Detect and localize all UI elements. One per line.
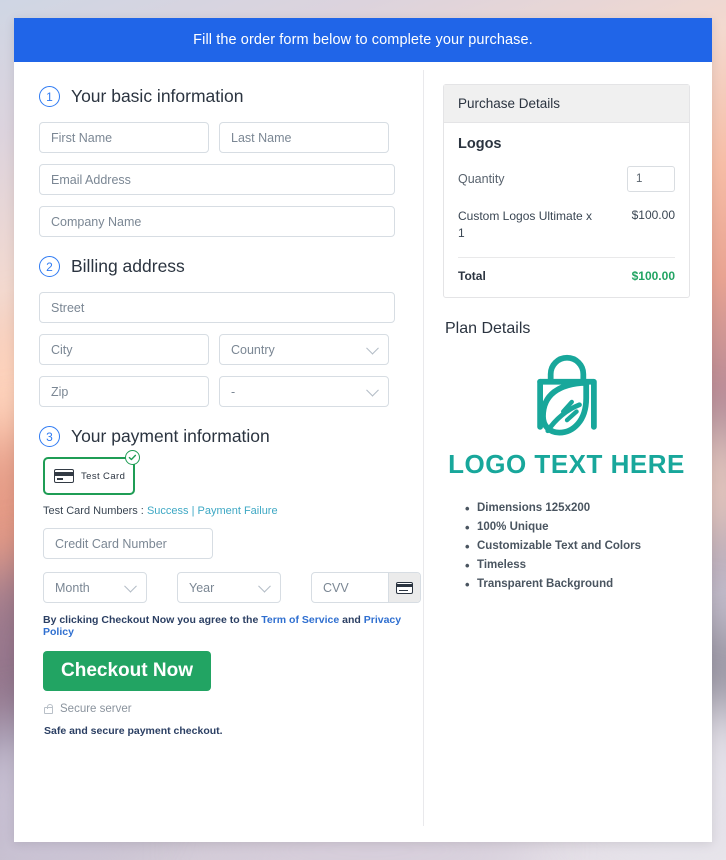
total-divider [458,256,675,258]
test-card-failure-link[interactable]: Payment Failure [198,505,278,517]
test-card-success-link[interactable]: Success [147,505,189,517]
company-name-input[interactable]: Company Name [39,206,395,237]
expiry-cvv-row: Month Year CVV [43,572,423,603]
zip-input[interactable]: Zip [39,376,209,407]
credit-card-icon [54,469,74,483]
list-item: Transparent Background [465,577,690,592]
zip-state-row: Zip - [39,376,423,407]
test-card-numbers-row: Test Card Numbers : Success | Payment Fa… [43,505,423,517]
street-input[interactable]: Street [39,292,395,323]
form-column: 1 Your basic information First Name Last… [14,62,423,842]
line-item-price: $100.00 [631,208,675,222]
section-heading-billing-address: 2 Billing address [39,256,423,277]
credit-card-number-row: Credit Card Number [43,528,423,559]
name-row: First Name Last Name [39,122,423,153]
quantity-label: Quantity [458,172,505,186]
checkout-card: Fill the order form below to complete yo… [14,18,712,842]
test-card-label: Test Card [81,470,126,482]
chevron-down-icon [258,579,271,593]
chevron-down-icon [124,579,137,593]
email-row: Email Address [39,164,423,195]
quantity-input[interactable]: 1 [627,166,675,192]
plan-logo-preview: LOGO TEXT HERE [443,352,690,480]
section-title-basic-information: Your basic information [71,86,244,106]
cvv-field-wrapper: CVV [311,572,421,603]
list-item: Timeless [465,558,690,573]
checkout-body: 1 Your basic information First Name Last… [14,62,712,842]
section-heading-payment-information: 3 Your payment information [39,426,423,447]
expiry-year-select[interactable]: Year [177,572,281,603]
country-select[interactable]: Country [219,334,389,365]
secure-server-row: Secure server [44,703,423,715]
safe-checkout-note: Safe and secure payment checkout. [44,725,223,737]
last-name-input[interactable]: Last Name [219,122,389,153]
purchase-details-header: Purchase Details [444,85,689,123]
state-select[interactable]: - [219,376,389,407]
summary-column: Purchase Details Logos Quantity 1 Custom… [424,62,712,842]
shopping-bag-leaf-logo-icon [536,354,597,436]
banner-text: Fill the order form below to complete yo… [193,32,533,48]
plan-logo-text: LOGO TEXT HERE [448,448,685,479]
product-name: Logos [458,136,502,152]
step-number-1: 1 [39,86,60,107]
cvv-help-button[interactable] [388,573,420,602]
credit-card-icon [396,581,413,594]
list-item: Dimensions 125x200 [465,501,690,516]
terms-text: By clicking Checkout Now you agree to th… [43,614,423,638]
test-card-link-separator: | [191,505,195,517]
purchase-details-body: Logos Quantity 1 Custom Logos Ultimate x… [444,123,689,297]
expiry-year-value: Year [189,580,215,595]
company-row: Company Name [39,206,423,237]
quantity-row: Quantity 1 [458,166,675,192]
country-select-value: Country [231,342,275,357]
test-card-option-wrapper: Test Card [43,450,140,495]
line-item: Custom Logos Ultimate x 1 $100.00 [458,208,675,243]
terms-conjunction: and [342,614,361,626]
line-item-name: Custom Logos Ultimate x 1 [458,209,593,241]
section-heading-basic-information: 1 Your basic information [39,86,423,107]
street-row: Street [39,292,423,323]
total-label: Total [458,268,486,283]
total-row: Total $100.00 [458,269,675,283]
credit-card-number-input[interactable]: Credit Card Number [43,528,213,559]
section-title-billing-address: Billing address [71,256,185,276]
expiry-month-value: Month [55,580,90,595]
step-number-2: 2 [39,256,60,277]
plan-feature-list: Dimensions 125x200 100% Unique Customiza… [465,501,690,592]
terms-prefix: By clicking Checkout Now you agree to th… [43,614,259,626]
state-select-value: - [231,384,236,399]
terms-of-service-link[interactable]: Term of Service [261,614,339,626]
list-item: Customizable Text and Colors [465,539,690,554]
checkout-button[interactable]: Checkout Now [43,651,211,691]
section-title-payment-information: Your payment information [71,426,270,446]
first-name-input[interactable]: First Name [39,122,209,153]
lock-icon [44,704,53,714]
test-card-numbers-label: Test Card Numbers : [43,505,144,517]
step-number-3: 3 [39,426,60,447]
test-card-option[interactable]: Test Card [43,457,135,495]
top-banner: Fill the order form below to complete yo… [14,18,712,62]
plan-details-title: Plan Details [445,319,531,337]
chevron-down-icon [366,341,379,355]
email-input[interactable]: Email Address [39,164,395,195]
city-input[interactable]: City [39,334,209,365]
secure-server-label: Secure server [60,703,132,715]
total-value: $100.00 [631,268,675,283]
chevron-down-icon [366,383,379,397]
purchase-details-panel: Purchase Details Logos Quantity 1 Custom… [443,84,690,298]
check-circle-icon [125,450,140,465]
city-country-row: City Country [39,334,423,365]
expiry-month-select[interactable]: Month [43,572,147,603]
list-item: 100% Unique [465,520,690,535]
